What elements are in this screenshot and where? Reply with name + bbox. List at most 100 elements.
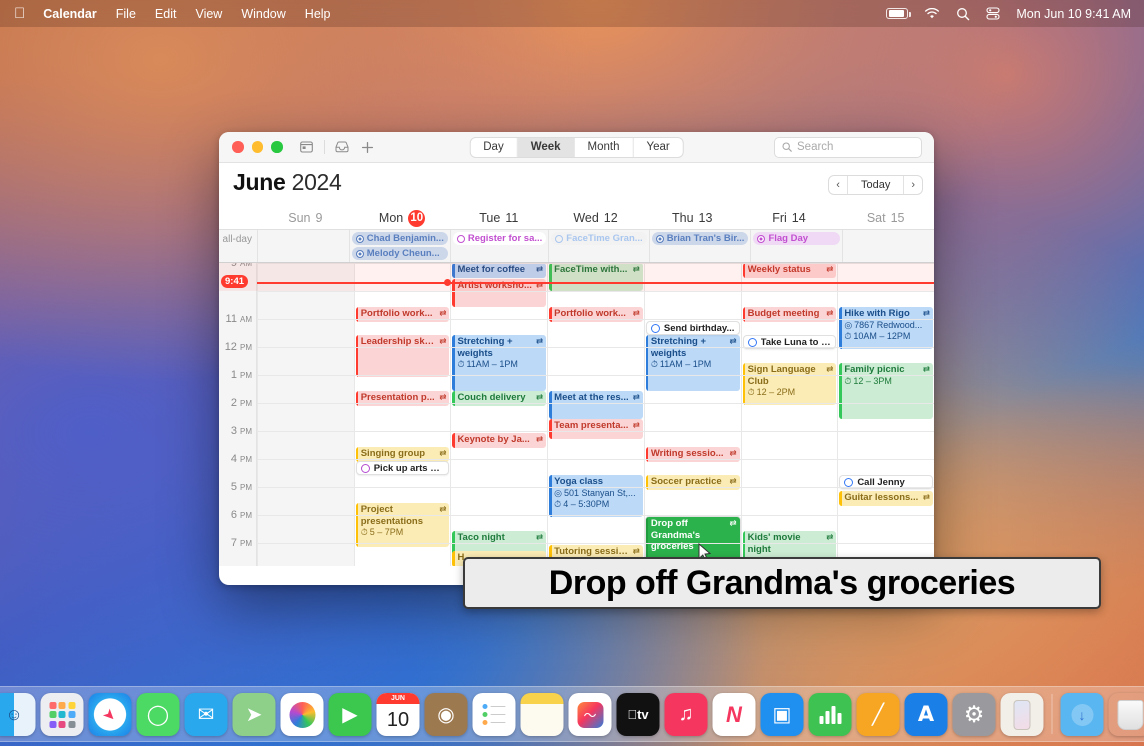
all-day-cell-0[interactable] [257, 230, 349, 262]
dock-item-safari[interactable]: ➤ [89, 693, 132, 736]
dock-item-system-settings[interactable]: ⚙ [953, 693, 996, 736]
day-number: 14 [792, 211, 806, 225]
dock-item-trash[interactable] [1109, 693, 1144, 736]
dock-item-calendar[interactable]: JUN10 [377, 693, 420, 736]
day-header-wed[interactable]: Wed12 [547, 207, 644, 229]
zoom-button[interactable] [271, 141, 283, 153]
dock-item-mail[interactable]: ✉ [185, 693, 228, 736]
calendar-event[interactable]: Sign Language Club⏱12 – 2PM⇄ [743, 363, 837, 405]
menu-bar-clock[interactable]: Mon Jun 10 9:41 AM [1016, 7, 1131, 21]
calendar-event[interactable]: Project presentations⏱5 – 7PM⇄ [356, 503, 450, 547]
day-header-tue[interactable]: Tue11 [450, 207, 547, 229]
search-field[interactable]: Search [774, 137, 922, 158]
dock-item-keynote[interactable]: ▣ [761, 693, 804, 736]
dock-item-freeform[interactable]: 〜 [569, 693, 612, 736]
menu-item-file[interactable]: File [116, 7, 136, 21]
day-header-thu[interactable]: Thu13 [644, 207, 741, 229]
all-day-event[interactable]: Brian Tran's Bir... [652, 232, 749, 245]
dock-item-numbers[interactable] [809, 693, 852, 736]
calendar-event[interactable]: Guitar lessons...⇄ [839, 491, 933, 506]
dock-item-contacts[interactable]: ◉ [425, 693, 468, 736]
reminder-checkbox-icon[interactable] [748, 338, 757, 347]
all-day-cell-4[interactable]: Brian Tran's Bir... [649, 230, 751, 262]
wifi-icon[interactable] [924, 8, 940, 20]
inbox-icon[interactable] [335, 140, 350, 154]
maps-glyph-icon: ➤ [246, 702, 263, 727]
all-day-cell-6[interactable] [842, 230, 934, 262]
calendar-event[interactable]: Stretching + weights⏱11AM – 1PM⇄ [452, 335, 546, 391]
dock-item-notes[interactable] [521, 693, 564, 736]
all-day-cell-1[interactable]: Chad Benjamin... Melody Cheun... [349, 230, 450, 262]
calendar-event[interactable]: Hike with Rigo◎7867 Redwood...⏱10AM – 12… [839, 307, 933, 349]
calendar-event[interactable]: Keynote by Ja...⇄ [452, 433, 546, 448]
dock-item-iphone-mirroring[interactable] [1001, 693, 1044, 736]
all-day-event[interactable]: Flag Day [753, 232, 840, 245]
reminder-checkbox-icon[interactable] [651, 324, 660, 333]
search-icon[interactable] [956, 7, 970, 21]
calendar-event[interactable]: Meet at the res...⇄ [549, 391, 643, 419]
control-center-icon[interactable] [986, 7, 1000, 20]
all-day-event[interactable]: Register for sa... [453, 232, 546, 245]
menu-item-edit[interactable]: Edit [155, 7, 177, 21]
day-header-fri[interactable]: Fri14 [741, 207, 838, 229]
day-header-mon[interactable]: Mon10 [354, 207, 451, 229]
day-column-sat[interactable]: Hike with Rigo◎7867 Redwood...⏱10AM – 12… [837, 263, 934, 566]
dock-item-app-store[interactable]: 𝗔 [905, 693, 948, 736]
menu-item-window[interactable]: Window [241, 7, 285, 21]
dock-item-facetime[interactable]: ▶ [329, 693, 372, 736]
day-column-mon[interactable]: Portfolio work...⇄Leadership skil...⇄Pre… [354, 263, 451, 566]
all-day-cell-5[interactable]: Flag Day [750, 230, 842, 262]
dock-item-finder[interactable]: ☺ [0, 693, 36, 736]
day-column-sun[interactable] [257, 263, 354, 566]
day-column-thu[interactable]: Stretching + weights⏱11AM – 1PM⇄Writing … [644, 263, 741, 566]
day-header-sun[interactable]: Sun9 [257, 207, 354, 229]
previous-week-button[interactable]: ‹ [829, 176, 847, 194]
view-mode-segmented-control[interactable]: Day Week Month Year [469, 137, 684, 158]
menu-item-calendar[interactable]: Calendar [43, 7, 97, 21]
calendar-event-selected[interactable]: Drop off Grandma's groceries⇄ [646, 517, 740, 561]
calendar-event[interactable]: Team presenta...⇄ [549, 419, 643, 439]
all-day-cell-3[interactable]: FaceTime Gran... [548, 230, 648, 262]
minimize-button[interactable] [252, 141, 264, 153]
calendar-event[interactable]: Family picnic⏱12 – 3PM⇄ [839, 363, 933, 419]
menu-item-view[interactable]: View [195, 7, 222, 21]
dock-item-photos[interactable] [281, 693, 324, 736]
dock-item-maps[interactable]: ➤ [233, 693, 276, 736]
day-header-sat[interactable]: Sat15 [837, 207, 934, 229]
day-column-fri[interactable]: Weekly status⇄Budget meeting⇄Sign Langua… [741, 263, 838, 566]
tab-year[interactable]: Year [634, 138, 683, 157]
next-week-button[interactable]: › [904, 176, 922, 194]
dock-item-downloads-folder[interactable]: ↓ [1061, 693, 1104, 736]
today-button[interactable]: Today [847, 176, 904, 194]
dock-item-messages[interactable]: ◯ [137, 693, 180, 736]
week-grid[interactable]: 9 AM11 AM12 PM1 PM2 PM3 PM4 PM5 PM6 PM7 … [219, 263, 934, 566]
all-day-event[interactable]: FaceTime Gran... [551, 232, 646, 245]
battery-icon[interactable] [886, 8, 908, 19]
calendar-icon[interactable] [299, 140, 314, 154]
reminder-item[interactable]: Pick up arts &... [356, 461, 450, 475]
dock-item-launchpad[interactable] [41, 693, 84, 736]
plus-icon[interactable] [360, 140, 375, 154]
dock-item-music[interactable]: ♫ [665, 693, 708, 736]
calendar-event[interactable]: Stretching + weights⏱11AM – 1PM⇄ [646, 335, 740, 391]
reminder-checkbox-icon[interactable] [361, 464, 370, 473]
tab-week[interactable]: Week [518, 138, 575, 157]
reminder-checkbox-icon[interactable] [844, 478, 853, 487]
calendar-event[interactable]: Yoga class◎501 Stanyan St,...⏱4 – 5:30PM [549, 475, 643, 517]
day-column-tue[interactable]: Meet for coffee⇄Artist worksho...⇄Stretc… [450, 263, 547, 566]
all-day-event[interactable]: Chad Benjamin... [352, 232, 448, 245]
calendar-event[interactable]: Leadership skil...⇄ [356, 335, 450, 377]
day-column-wed[interactable]: FaceTime with...⇄Portfolio work...⇄Meet … [547, 263, 644, 566]
close-button[interactable] [232, 141, 244, 153]
dock-item-pages[interactable]: ╱ [857, 693, 900, 736]
dock-item-appletv[interactable]: tv [617, 693, 660, 736]
tab-day[interactable]: Day [470, 138, 517, 157]
menu-item-help[interactable]: Help [305, 7, 331, 21]
dock-item-news[interactable]: N [713, 693, 756, 736]
reminder-item[interactable]: Send birthday... [646, 321, 740, 335]
tab-month[interactable]: Month [575, 138, 634, 157]
apple-logo-icon[interactable]:  [14, 6, 25, 21]
all-day-cell-2[interactable]: Register for sa... [450, 230, 548, 262]
dock-item-reminders[interactable] [473, 693, 516, 736]
all-day-event[interactable]: Melody Cheun... [352, 247, 448, 260]
